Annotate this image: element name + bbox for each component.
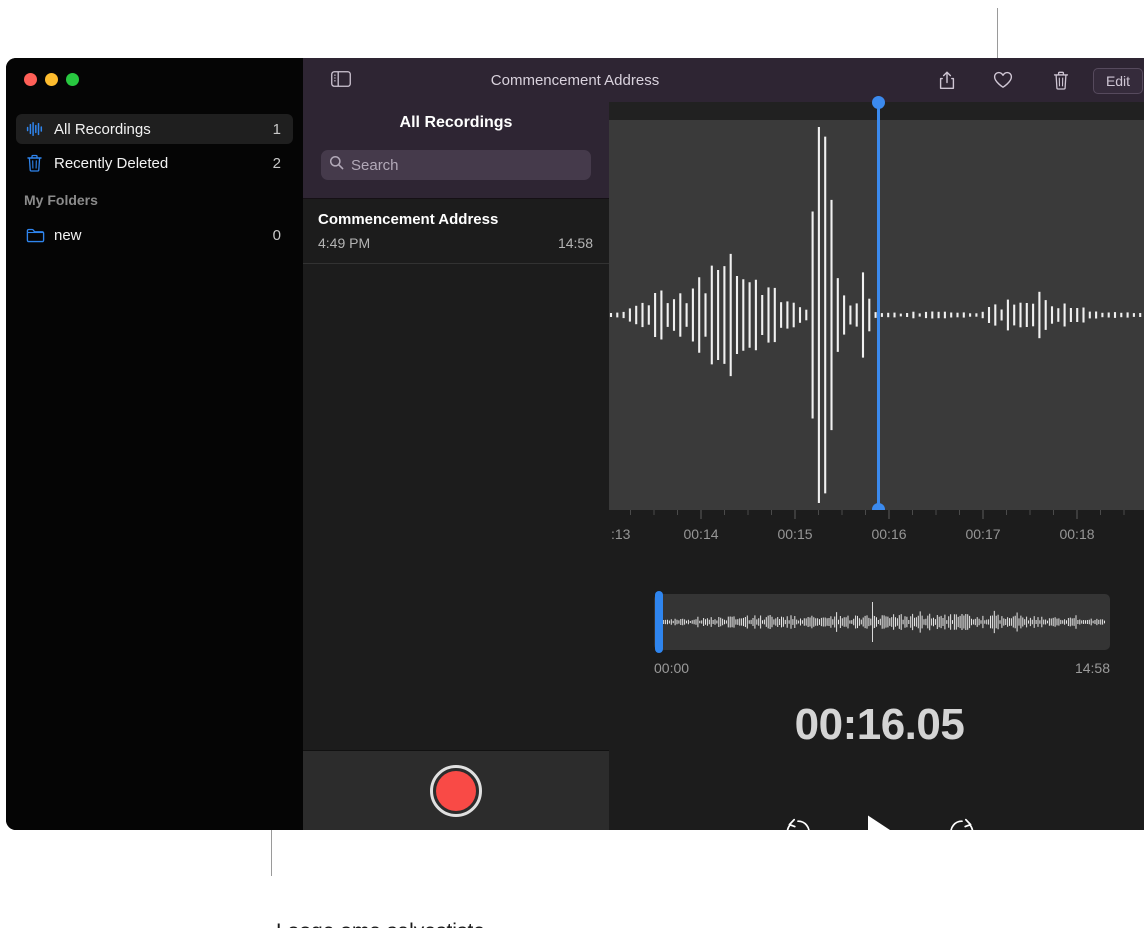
overview-center-marker	[872, 602, 873, 642]
search-placeholder: Search	[351, 156, 399, 174]
list-item[interactable]: Commencement Address 4:49 PM 14:58	[303, 202, 609, 264]
recording-name: Commencement Address	[318, 211, 499, 228]
folder-icon	[26, 228, 48, 243]
trash-icon	[26, 154, 48, 172]
screenshot-root: Tähistage salvestisi lemmikuna (Favorite…	[0, 0, 1144, 928]
sidebar-toggle-icon[interactable]	[330, 69, 352, 89]
sidebar-folder-count: 0	[272, 226, 281, 244]
sidebar-item-count: 1	[272, 120, 281, 138]
sidebar-item-label: Recently Deleted	[54, 154, 169, 172]
playhead-handle-top[interactable]	[872, 96, 885, 109]
play-icon[interactable]	[863, 813, 897, 830]
overview-end-time: 14:58	[1074, 660, 1110, 676]
close-window-button[interactable]	[24, 73, 37, 86]
titlebar-right-region	[303, 58, 1144, 103]
recordings-list-header: All Recordings Search	[303, 102, 609, 199]
recording-duration: 14:58	[557, 235, 593, 251]
timeline-tick-label: 00:14	[683, 526, 719, 542]
overview-waveform	[657, 610, 1105, 634]
playhead-line[interactable]	[877, 102, 880, 510]
sidebar-section-header: My Folders	[24, 192, 98, 208]
timeline-tick-label: 00:17	[965, 526, 1001, 542]
overview-start-time: 00:00	[654, 660, 690, 676]
sidebar-item-label: All Recordings	[54, 120, 151, 138]
search-icon	[329, 155, 344, 175]
search-input[interactable]: Search	[321, 150, 591, 180]
svg-text:15: 15	[956, 828, 966, 830]
recordings-list-panel: All Recordings Search Commencement Addre…	[303, 102, 609, 830]
window-titlebar: Commencement Address Edit	[6, 58, 1144, 103]
timeline-ruler[interactable]: :13 00:14 00:15 00:16 00:17 00:18	[609, 510, 1144, 558]
recordings-list-title: All Recordings	[399, 114, 513, 131]
skip-forward-15-icon[interactable]: 15	[947, 817, 977, 830]
record-button[interactable]	[430, 765, 482, 817]
timeline-tick-label: 00:18	[1059, 526, 1095, 542]
overview-scrubber-handle[interactable]	[655, 591, 663, 653]
sidebar-item-folder-new[interactable]: new 0	[16, 220, 293, 250]
overview-scrubber[interactable]	[654, 594, 1110, 650]
record-button-inner	[436, 771, 476, 811]
recording-detail-panel: :13 00:14 00:15 00:16 00:17 00:18 00:00 14:58…	[609, 96, 1144, 830]
svg-text:15: 15	[792, 828, 802, 830]
titlebar-left-region	[6, 58, 303, 102]
sidebar-item-all-recordings[interactable]: All Recordings 1	[16, 114, 293, 144]
sidebar-folder-label: new	[54, 226, 82, 244]
share-icon[interactable]	[934, 68, 960, 92]
minimize-window-button[interactable]	[45, 73, 58, 86]
recording-time: 4:49 PM	[318, 235, 371, 251]
sidebar-item-count: 2	[272, 154, 281, 172]
trash-icon[interactable]	[1048, 68, 1074, 92]
sidebar-item-recently-deleted[interactable]: Recently Deleted 2	[16, 148, 293, 178]
record-toolbar	[303, 750, 609, 830]
transport-controls: 15 15	[609, 802, 1144, 830]
callout-favorites-leader-line	[997, 8, 998, 60]
skip-back-15-icon[interactable]: 15	[783, 817, 813, 830]
callout-new-folder-line1: Looge oma salvestiste	[276, 917, 776, 928]
waveform-icon	[26, 121, 48, 137]
maximize-window-button[interactable]	[66, 73, 79, 86]
current-time-display: 00:16.05	[794, 700, 965, 749]
edit-button[interactable]: Edit	[1093, 68, 1143, 94]
sidebar: All Recordings 1 Recently Deleted 2 My F…	[6, 102, 303, 830]
timeline-tick-label: 00:16	[871, 526, 907, 542]
timeline-tick-label: 00:15	[777, 526, 813, 542]
callout-new-folder: Looge oma salvestiste korrastamiseks uus…	[276, 857, 776, 928]
timeline-tick-marks	[630, 510, 1125, 519]
timeline-tick-label: :13	[611, 526, 631, 542]
voice-memos-window: Commencement Address Edit All Recordings…	[6, 58, 1144, 830]
heart-icon[interactable]	[990, 68, 1016, 92]
